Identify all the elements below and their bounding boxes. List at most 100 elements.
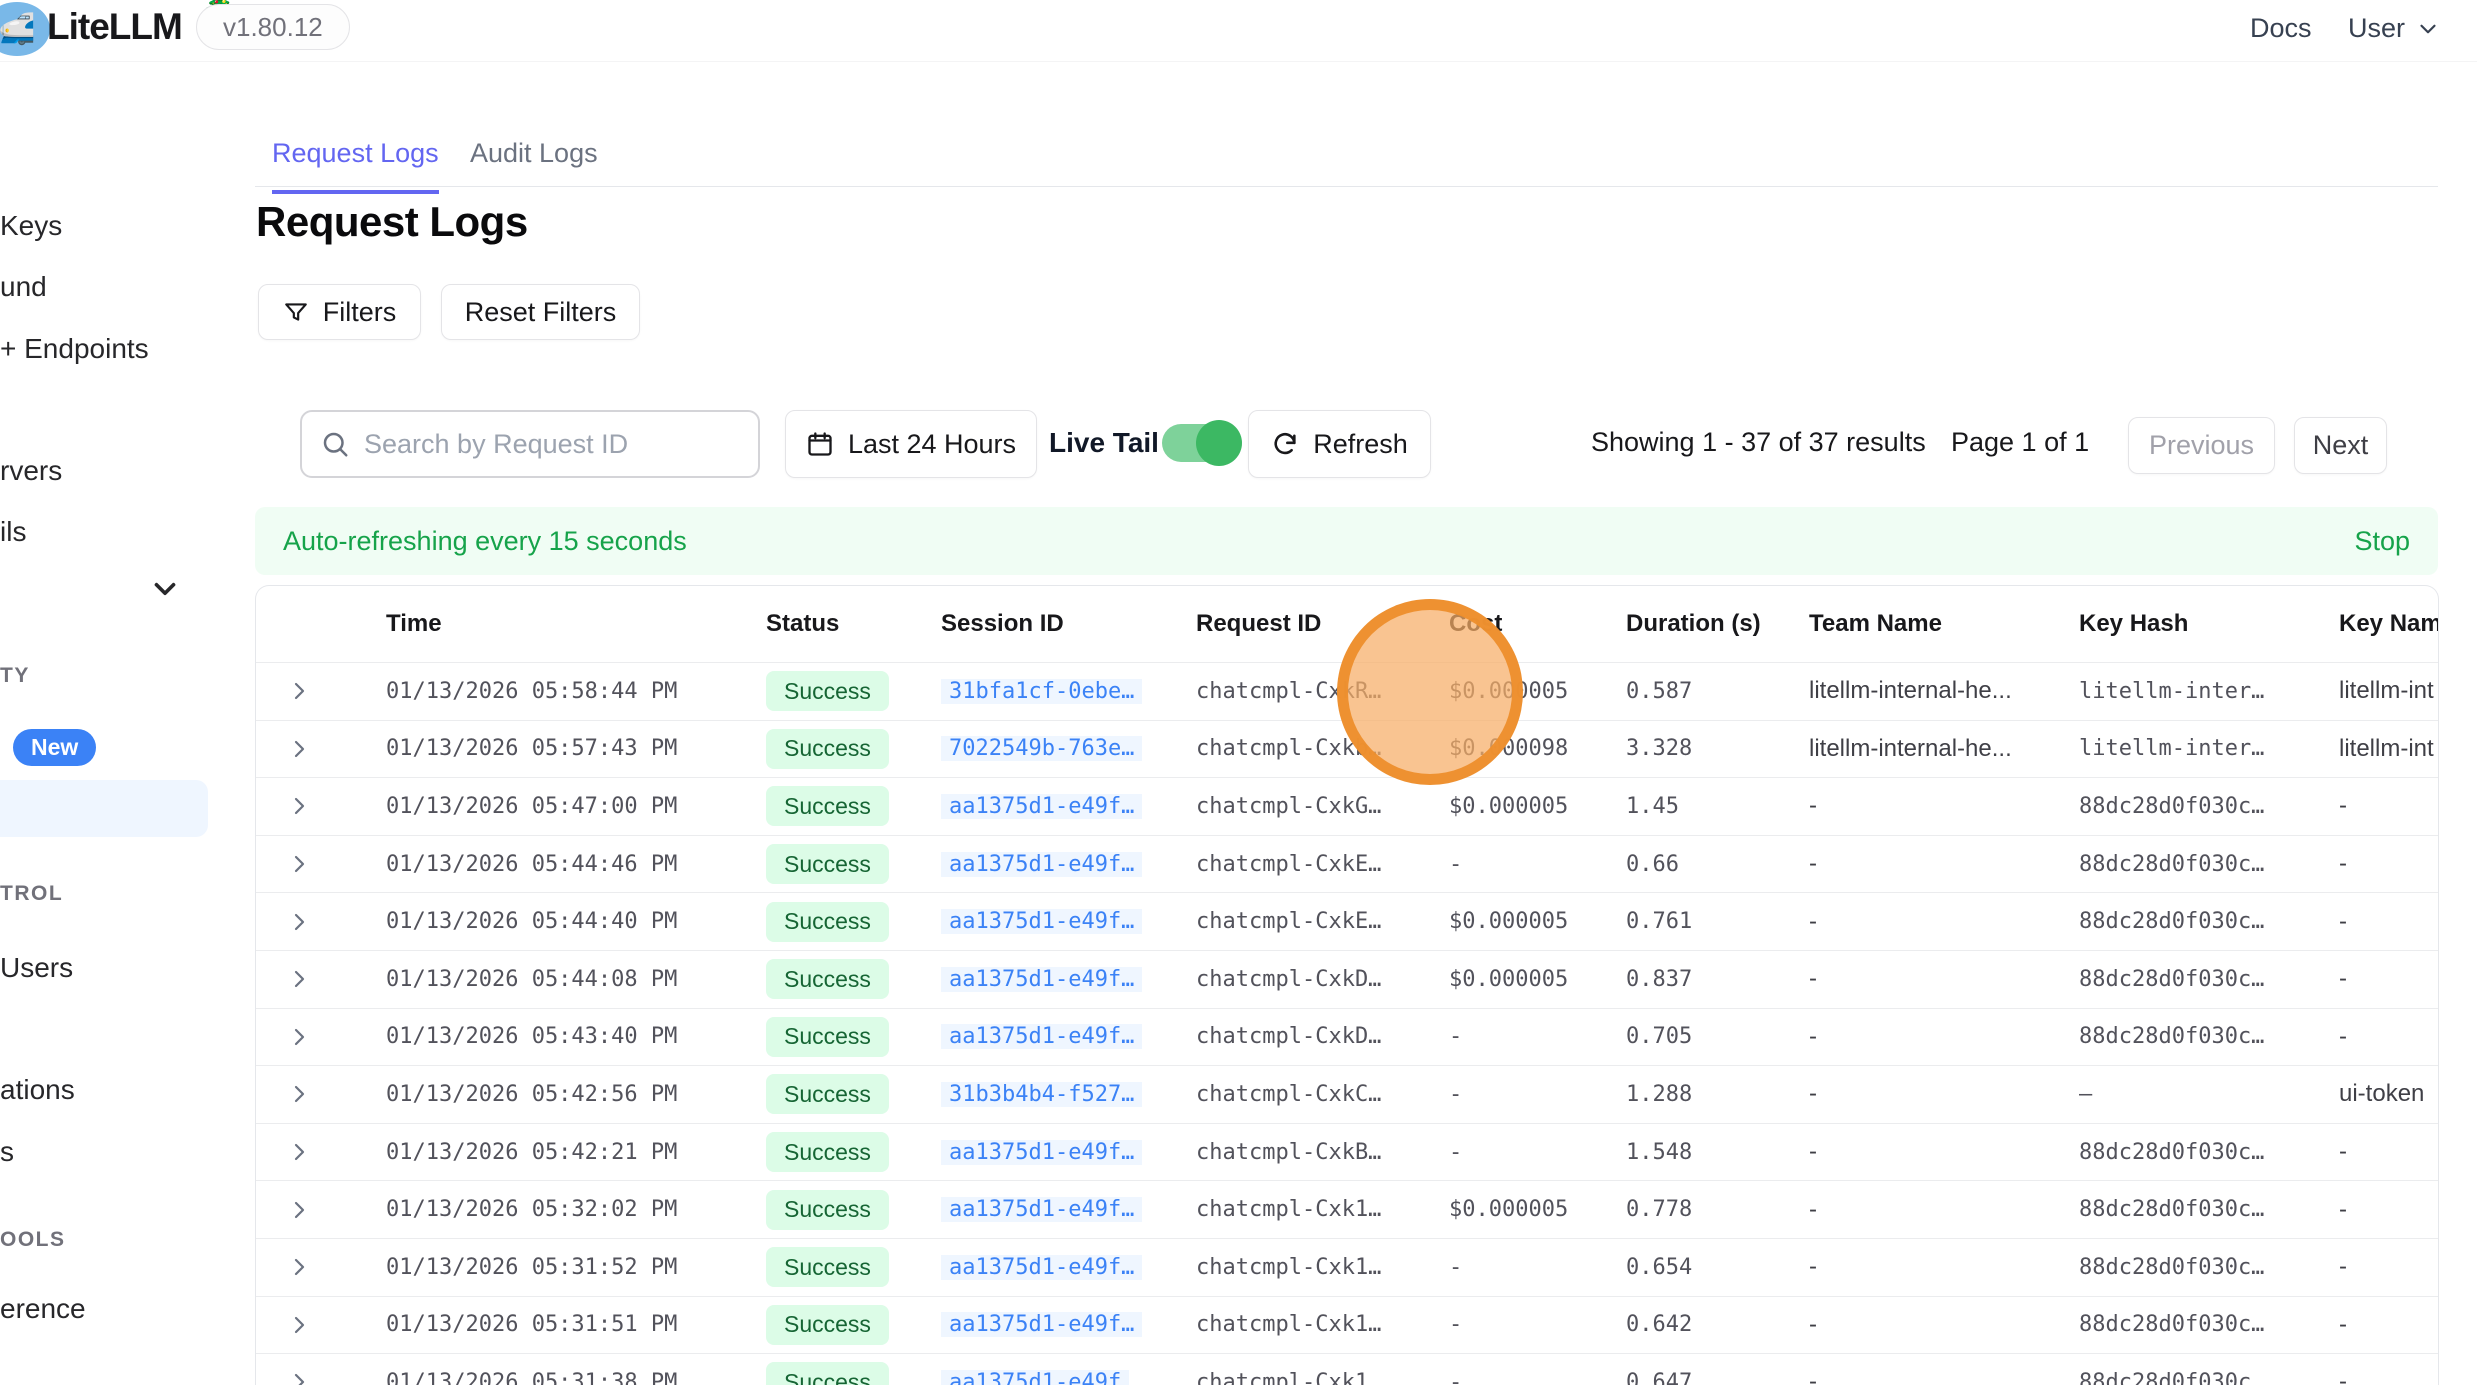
session-id-link[interactable]: aa1375d1-e49f… bbox=[941, 1024, 1142, 1049]
table-row[interactable]: 01/13/2026 05:44:46 PMSuccessaa1375d1-e4… bbox=[256, 835, 2438, 893]
status-badge: Success bbox=[766, 959, 889, 999]
key-name-cell: litellm-int bbox=[2314, 735, 2438, 763]
table-row[interactable]: 01/13/2026 05:31:52 PMSuccessaa1375d1-e4… bbox=[256, 1238, 2438, 1296]
reset-filters-label: Reset Filters bbox=[465, 297, 617, 328]
duration-cell: 0.647 bbox=[1601, 1370, 1784, 1385]
col-status: Status bbox=[741, 610, 916, 638]
refresh-button[interactable]: Refresh bbox=[1248, 410, 1431, 478]
session-id-link[interactable]: 7022549b-763e… bbox=[941, 736, 1142, 761]
sidebar-collapse-chevron-icon[interactable] bbox=[148, 572, 182, 606]
search-input[interactable] bbox=[364, 429, 740, 460]
table-row[interactable]: 01/13/2026 05:31:51 PMSuccessaa1375d1-e4… bbox=[256, 1296, 2438, 1354]
table-row[interactable]: 01/13/2026 05:43:40 PMSuccessaa1375d1-e4… bbox=[256, 1008, 2438, 1066]
table-row[interactable]: 01/13/2026 05:47:00 PMSuccessaa1375d1-e4… bbox=[256, 777, 2438, 835]
search-box bbox=[300, 410, 760, 478]
expand-row-icon[interactable] bbox=[287, 1255, 311, 1279]
nav-docs-link[interactable]: Docs bbox=[2250, 13, 2312, 44]
key-name-cell: - bbox=[2314, 908, 2438, 936]
table-row[interactable]: 01/13/2026 05:32:02 PMSuccessaa1375d1-e4… bbox=[256, 1180, 2438, 1238]
sidebar-item-api-reference[interactable]: erence bbox=[0, 1293, 86, 1325]
tab-audit-logs[interactable]: Audit Logs bbox=[470, 138, 598, 190]
expand-row-icon[interactable] bbox=[287, 1082, 311, 1106]
table-row[interactable]: 01/13/2026 05:42:56 PMSuccess31b3b4b4-f5… bbox=[256, 1065, 2438, 1123]
key-name-cell: - bbox=[2314, 1196, 2438, 1224]
sidebar-item-playground[interactable]: und bbox=[0, 271, 47, 303]
expand-row-icon[interactable] bbox=[287, 1025, 311, 1049]
key-hash-cell: – bbox=[2054, 1082, 2314, 1107]
session-id-link[interactable]: aa1375d1-e49f… bbox=[941, 852, 1142, 877]
filters-button[interactable]: Filters bbox=[258, 284, 421, 340]
col-time: Time bbox=[341, 610, 741, 638]
duration-cell: 0.778 bbox=[1601, 1197, 1784, 1222]
expand-row-icon[interactable] bbox=[287, 910, 311, 934]
session-id-link[interactable]: aa1375d1-e49f… bbox=[941, 909, 1142, 934]
session-id-link[interactable]: aa1375d1-e49f… bbox=[941, 1197, 1142, 1222]
sidebar-item-models-endpoints[interactable]: + Endpoints bbox=[0, 333, 149, 365]
cost-cell: $0.000005 bbox=[1424, 967, 1601, 992]
sidebar-item-teams[interactable]: s bbox=[0, 1136, 14, 1168]
sidebar-section-access-control: TROL bbox=[0, 882, 63, 906]
duration-cell: 0.761 bbox=[1601, 909, 1784, 934]
key-name-cell: - bbox=[2314, 850, 2438, 878]
status-badge: Success bbox=[766, 1190, 889, 1230]
nav-user-menu[interactable]: User bbox=[2348, 13, 2441, 44]
table-row[interactable]: 01/13/2026 05:44:40 PMSuccessaa1375d1-e4… bbox=[256, 892, 2438, 950]
sidebar-item-logs-active[interactable] bbox=[0, 780, 208, 837]
key-hash-cell: 88dc28d0f030c… bbox=[2054, 909, 2314, 934]
sidebar-item-servers[interactable]: rvers bbox=[0, 455, 62, 487]
train-emoji-icon: 🚅 bbox=[0, 12, 36, 47]
expand-row-icon[interactable] bbox=[287, 852, 311, 876]
next-page-button[interactable]: Next bbox=[2294, 417, 2387, 474]
reset-filters-button[interactable]: Reset Filters bbox=[441, 284, 640, 340]
status-badge: Success bbox=[766, 671, 889, 711]
session-id-link[interactable]: 31b3b4b4-f527… bbox=[941, 1082, 1142, 1107]
sidebar-item-guardrails[interactable]: ils bbox=[0, 516, 26, 548]
time-range-label: Last 24 Hours bbox=[848, 429, 1016, 460]
session-id-cell: 31bfa1cf-0ebe… bbox=[916, 679, 1171, 704]
refresh-icon bbox=[1271, 430, 1299, 458]
duration-cell: 0.587 bbox=[1601, 679, 1784, 704]
stop-auto-refresh-button[interactable]: Stop bbox=[2354, 526, 2410, 557]
sidebar-item-organizations[interactable]: ations bbox=[0, 1074, 75, 1106]
sidebar-section-tools: OOLS bbox=[0, 1228, 66, 1252]
table-row[interactable]: 01/13/2026 05:31:38 PMSuccessaa1375d1-e4… bbox=[256, 1353, 2438, 1385]
session-id-link[interactable]: aa1375d1-e49f bbox=[941, 1370, 1129, 1385]
expand-row-icon[interactable] bbox=[287, 1140, 311, 1164]
status-badge: Success bbox=[766, 1362, 889, 1385]
tab-bar: Request Logs Audit Logs bbox=[255, 130, 2438, 187]
expand-row-icon[interactable] bbox=[287, 967, 311, 991]
previous-page-button[interactable]: Previous bbox=[2128, 417, 2275, 474]
sidebar-item-internal-users[interactable]: Users bbox=[0, 952, 73, 984]
session-id-link[interactable]: aa1375d1-e49f… bbox=[941, 1140, 1142, 1165]
status-cell: Success bbox=[741, 729, 916, 769]
session-id-link[interactable]: 31bfa1cf-0ebe… bbox=[941, 679, 1142, 704]
key-name-cell: - bbox=[2314, 1368, 2438, 1385]
session-id-cell: 31b3b4b4-f527… bbox=[916, 1082, 1171, 1107]
session-id-cell: aa1375d1-e49f… bbox=[916, 1197, 1171, 1222]
time-range-button[interactable]: Last 24 Hours bbox=[785, 410, 1037, 478]
expand-row-icon[interactable] bbox=[287, 1313, 311, 1337]
cost-cell: - bbox=[1424, 1140, 1601, 1165]
col-duration: Duration (s) bbox=[1601, 610, 1784, 638]
new-badge: New bbox=[13, 729, 96, 766]
expand-row-icon[interactable] bbox=[287, 794, 311, 818]
expand-row-icon[interactable] bbox=[287, 679, 311, 703]
live-tail-toggle[interactable] bbox=[1162, 424, 1238, 462]
sidebar-item-keys[interactable]: Keys bbox=[0, 210, 62, 242]
auto-refresh-banner: Auto-refreshing every 15 seconds Stop bbox=[255, 507, 2438, 575]
time-cell: 01/13/2026 05:44:40 PM bbox=[341, 909, 741, 934]
table-row[interactable]: 01/13/2026 05:42:21 PMSuccessaa1375d1-e4… bbox=[256, 1123, 2438, 1181]
session-id-link[interactable]: aa1375d1-e49f… bbox=[941, 794, 1142, 819]
top-navbar: 🚅 LiteLLM 🎄 v1.80.12 Docs User bbox=[0, 0, 2477, 62]
session-id-cell: 7022549b-763e… bbox=[916, 736, 1171, 761]
expand-row-icon[interactable] bbox=[287, 1198, 311, 1222]
tab-request-logs[interactable]: Request Logs bbox=[272, 138, 439, 194]
session-id-link[interactable]: aa1375d1-e49f… bbox=[941, 1312, 1142, 1337]
expand-row-icon[interactable] bbox=[287, 1370, 311, 1385]
session-id-cell: aa1375d1-e49f… bbox=[916, 1255, 1171, 1280]
key-name-cell: - bbox=[2314, 792, 2438, 820]
table-row[interactable]: 01/13/2026 05:44:08 PMSuccessaa1375d1-e4… bbox=[256, 950, 2438, 1008]
expand-row-icon[interactable] bbox=[287, 737, 311, 761]
session-id-link[interactable]: aa1375d1-e49f… bbox=[941, 967, 1142, 992]
session-id-link[interactable]: aa1375d1-e49f… bbox=[941, 1255, 1142, 1280]
